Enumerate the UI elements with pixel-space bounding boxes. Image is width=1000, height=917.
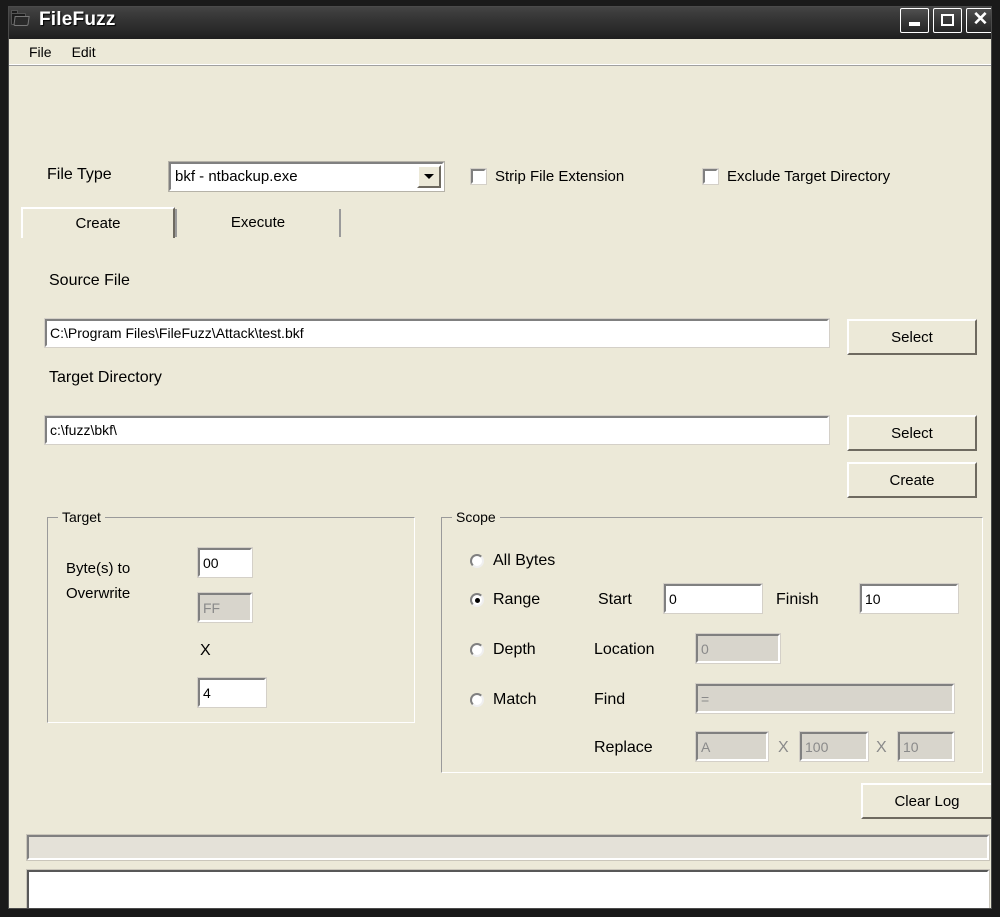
chevron-down-icon[interactable] — [417, 165, 441, 188]
tab-create-label: Create — [75, 215, 121, 232]
byte-start-input[interactable]: 00 — [197, 547, 253, 578]
scope-groupbox-title: Scope — [452, 509, 500, 525]
file-type-value: bkf - ntbackup.exe — [175, 168, 298, 185]
match-find-input: = — [695, 683, 955, 714]
progress-bar — [26, 834, 990, 861]
scope-radio-all-bytes[interactable]: All Bytes — [470, 552, 555, 570]
minimize-button[interactable] — [900, 7, 929, 33]
target-directory-select-label: Select — [891, 424, 933, 442]
scope-groupbox: Scope All Bytes Range Start 0 Finish 10 — [441, 509, 983, 773]
client-area: File Edit File Type bkf - ntbackup.exe S… — [9, 39, 991, 908]
tab-execute-label: Execute — [230, 214, 286, 231]
scope-match-label: Match — [493, 691, 537, 708]
range-start-input[interactable]: 0 — [663, 583, 763, 614]
byte-count-input[interactable]: 4 — [197, 677, 267, 708]
exclude-target-directory-label: Exclude Target Directory — [727, 168, 891, 185]
folder-icon — [9, 10, 31, 30]
form-area: File Type bkf - ntbackup.exe Strip File … — [9, 67, 991, 908]
tab-create[interactable]: Create — [21, 207, 175, 238]
tab-separator — [339, 209, 341, 237]
application-window: FileFuzz ✕ File Edit File Type bkf - ntb… — [0, 0, 1000, 917]
radio-circle[interactable] — [470, 554, 484, 568]
clear-log-button[interactable]: Clear Log — [861, 783, 991, 819]
tab-strip: Create Execute — [21, 207, 989, 240]
create-button[interactable]: Create — [847, 462, 977, 498]
menu-bar: File Edit — [9, 39, 991, 65]
checkbox-box[interactable] — [470, 168, 487, 185]
close-button[interactable]: ✕ — [966, 7, 991, 33]
target-groupbox: Target Byte(s) to Overwrite 00 FF X 4 — [47, 509, 415, 723]
menu-item-file[interactable]: File — [19, 41, 62, 63]
radio-circle[interactable] — [470, 593, 484, 607]
match-replace-length-input: 10 — [897, 731, 955, 762]
match-replace-count-input: 100 — [799, 731, 869, 762]
match-replace-input: A — [695, 731, 769, 762]
match-find-label: Find — [594, 691, 626, 708]
file-type-label: File Type — [47, 166, 112, 183]
scope-depth-label: Depth — [493, 641, 536, 658]
bytes-to-overwrite-label-line2: Overwrite — [66, 585, 131, 602]
match-multiply-symbol-1: X — [778, 739, 789, 756]
multiply-symbol: X — [200, 642, 211, 659]
byte-end-input: FF — [197, 592, 253, 623]
tab-execute[interactable]: Execute — [177, 207, 339, 238]
source-file-input[interactable]: C:\Program Files\FileFuzz\Attack\test.bk… — [44, 318, 830, 348]
radio-circle[interactable] — [470, 643, 484, 657]
range-finish-label: Finish — [776, 591, 819, 608]
create-button-label: Create — [889, 471, 935, 489]
radio-circle[interactable] — [470, 693, 484, 707]
scope-radio-depth[interactable]: Depth — [470, 641, 536, 659]
depth-location-input: 0 — [695, 633, 781, 664]
file-type-combobox[interactable]: bkf - ntbackup.exe — [168, 161, 445, 192]
source-file-label: Source File — [49, 272, 130, 289]
scope-range-label: Range — [493, 591, 541, 608]
menu-item-edit[interactable]: Edit — [62, 41, 106, 63]
source-file-select-button[interactable]: Select — [847, 319, 977, 355]
target-directory-select-button[interactable]: Select — [847, 415, 977, 451]
target-directory-label: Target Directory — [49, 369, 162, 386]
match-multiply-symbol-2: X — [876, 739, 887, 756]
title-bar[interactable]: FileFuzz ✕ — [9, 7, 991, 39]
exclude-target-directory-checkbox[interactable]: Exclude Target Directory — [702, 168, 891, 185]
target-groupbox-title: Target — [58, 509, 105, 525]
clear-log-button-label: Clear Log — [894, 792, 960, 810]
range-start-label: Start — [598, 591, 632, 608]
bytes-to-overwrite-label-line1: Byte(s) to — [66, 560, 131, 577]
maximize-button[interactable] — [933, 7, 962, 33]
scope-radio-match[interactable]: Match — [470, 691, 537, 709]
target-directory-input[interactable]: c:\fuzz\bkf\ — [44, 415, 830, 445]
source-file-select-label: Select — [891, 328, 933, 346]
match-replace-label: Replace — [594, 739, 653, 756]
strip-file-extension-checkbox[interactable]: Strip File Extension — [470, 168, 625, 185]
log-textarea[interactable] — [26, 869, 990, 908]
depth-location-label: Location — [594, 641, 655, 658]
window-title: FileFuzz — [39, 9, 116, 30]
scope-radio-range[interactable]: Range — [470, 591, 540, 609]
scope-all-bytes-label: All Bytes — [493, 552, 556, 569]
checkbox-box[interactable] — [702, 168, 719, 185]
window-inner: FileFuzz ✕ File Edit File Type bkf - ntb… — [8, 6, 992, 909]
range-finish-input[interactable]: 10 — [859, 583, 959, 614]
strip-file-extension-label: Strip File Extension — [495, 168, 625, 185]
